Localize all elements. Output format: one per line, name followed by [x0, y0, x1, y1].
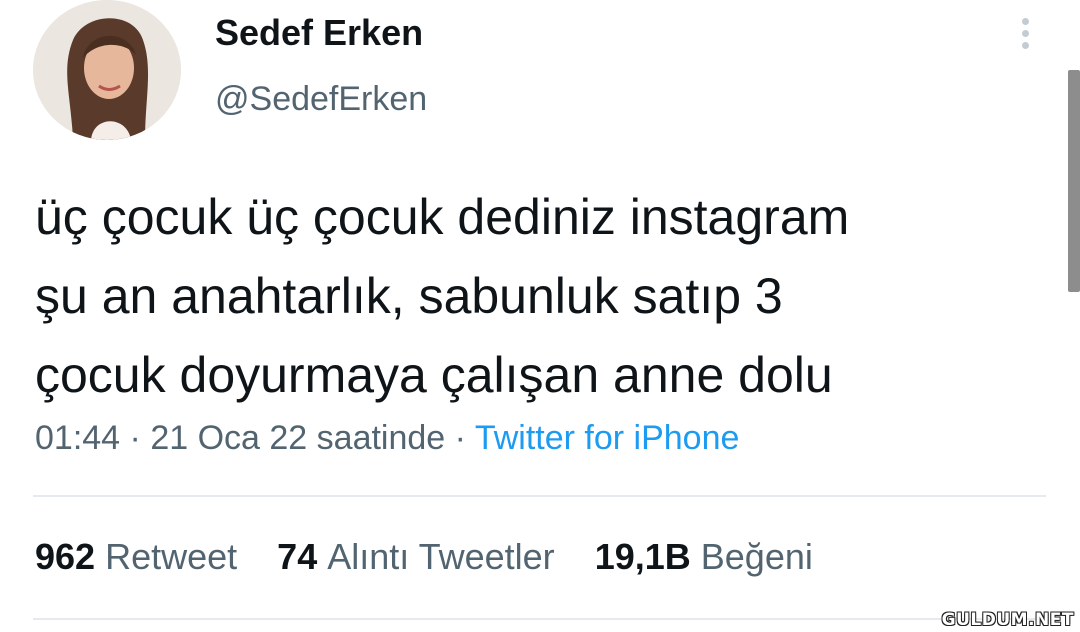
likes-stat[interactable]: 19,1B Beğeni [595, 536, 813, 578]
retweets-count: 962 [35, 536, 96, 577]
retweets-label: Retweet [105, 536, 238, 577]
meta-separator: · [454, 419, 466, 457]
retweets-stat[interactable]: 962 Retweet [35, 536, 237, 578]
likes-label: Beğeni [700, 536, 813, 577]
avatar[interactable] [33, 0, 181, 140]
user-handle[interactable]: @SedefErken [215, 80, 427, 119]
tweet-stats: 962 Retweet 74 Alıntı Tweetler 19,1B Beğeni [35, 536, 843, 578]
quote-tweets-count: 74 [277, 536, 318, 577]
more-vertical-icon[interactable] [1015, 18, 1035, 54]
avatar-photo [33, 0, 181, 140]
tweet-text: üç çocuk üç çocuk dediniz instagram şu a… [35, 178, 1045, 415]
tweet-meta: 01:44 · 21 Oca 22 saatinde · Twitter for… [35, 419, 739, 458]
divider [33, 495, 1046, 497]
tweet-date[interactable]: 21 Oca 22 saatinde [150, 419, 445, 457]
likes-count: 19,1B [594, 536, 691, 577]
tweet-source-link[interactable]: Twitter for iPhone [475, 419, 740, 457]
watermark: GULDUM.NET [941, 610, 1074, 630]
quote-tweets-stat[interactable]: 74 Alıntı Tweetler [277, 536, 555, 578]
tweet-time[interactable]: 01:44 [35, 419, 120, 457]
tweet-text-line: çocuk doyurmaya çalışan anne dolu [35, 347, 833, 403]
quote-tweets-label: Alıntı Tweetler [327, 536, 555, 577]
scrollbar[interactable] [1068, 70, 1080, 292]
display-name[interactable]: Sedef Erken [215, 12, 423, 54]
tweet-text-line: üç çocuk üç çocuk dediniz instagram [35, 189, 850, 245]
meta-separator: · [129, 419, 141, 457]
divider [33, 618, 1046, 620]
tweet-text-line: şu an anahtarlık, sabunluk satıp 3 [35, 268, 783, 324]
